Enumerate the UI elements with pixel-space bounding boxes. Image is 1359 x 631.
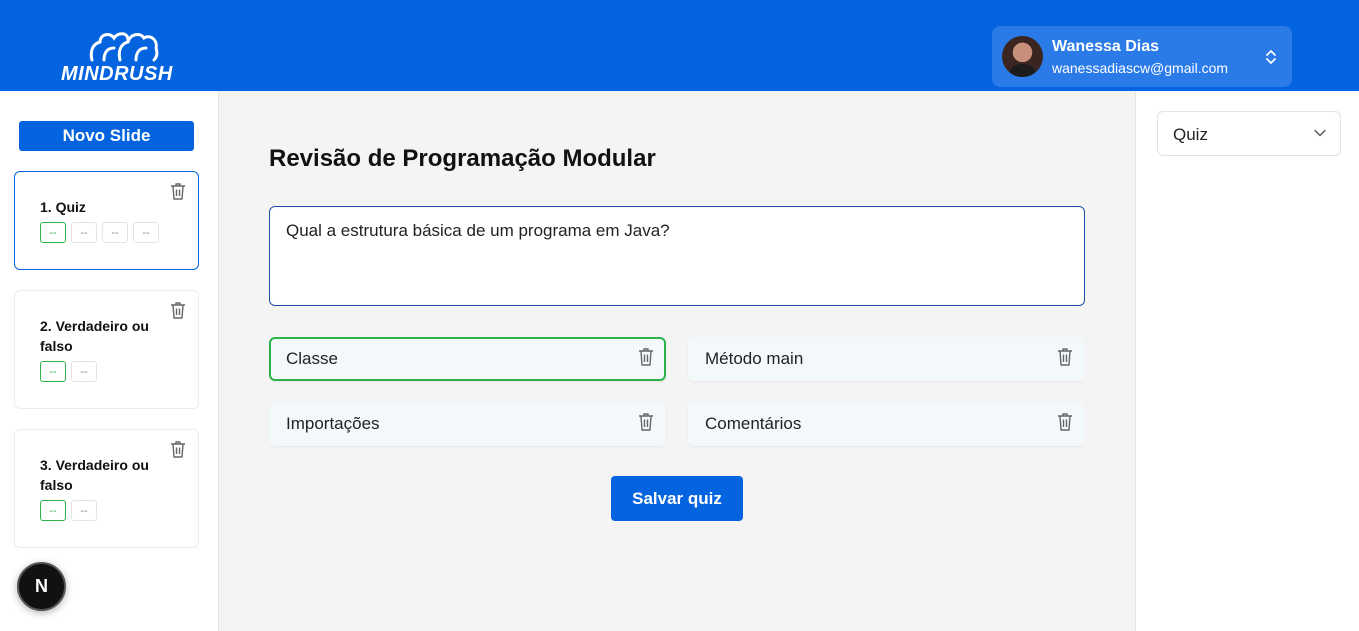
answer-text: Importações — [286, 414, 380, 433]
new-slide-button[interactable]: Novo Slide — [19, 121, 194, 151]
user-email: wanessadiascw@gmail.com — [1052, 60, 1229, 76]
answer-option-4[interactable]: Comentários — [688, 402, 1085, 446]
option-preview: -- — [40, 361, 66, 382]
mindrush-logo[interactable]: MINDRUSH — [60, 30, 190, 85]
slide-title: 2. Verdadeiro ou falso — [40, 318, 149, 354]
brain-icon — [89, 32, 159, 62]
slide-options-preview: -- -- -- -- — [40, 222, 159, 243]
question-input[interactable] — [269, 206, 1085, 306]
slide-card-3[interactable]: 3. Verdadeiro ou falso -- -- — [14, 429, 199, 548]
slide-card-2[interactable]: 2. Verdadeiro ou falso -- -- — [14, 290, 199, 409]
answer-option-3[interactable]: Importações — [269, 402, 666, 446]
chevron-up-down-icon — [1266, 50, 1276, 64]
answer-text: Classe — [286, 349, 338, 368]
save-quiz-button[interactable]: Salvar quiz — [611, 476, 743, 521]
option-preview: -- — [133, 222, 159, 243]
slide-type-select[interactable]: Quiz — [1157, 111, 1341, 156]
trash-icon[interactable] — [170, 182, 186, 200]
option-preview: -- — [40, 222, 66, 243]
slide-type-value: Quiz — [1173, 125, 1208, 144]
trash-icon[interactable] — [638, 412, 654, 431]
answer-option-2[interactable]: Método main — [688, 337, 1085, 381]
option-preview: -- — [71, 222, 97, 243]
option-preview: -- — [40, 500, 66, 521]
slide-title: 1. Quiz — [40, 199, 86, 215]
option-preview: -- — [71, 361, 97, 382]
option-preview: -- — [71, 500, 97, 521]
user-menu[interactable]: Wanessa Dias wanessadiascw@gmail.com — [992, 26, 1292, 87]
trash-icon[interactable] — [170, 440, 186, 458]
slide-card-1[interactable]: 1. Quiz -- -- -- -- — [14, 171, 199, 270]
option-preview: -- — [102, 222, 128, 243]
trash-icon[interactable] — [1057, 412, 1073, 431]
quiz-title: Revisão de Programação Modular — [269, 145, 656, 172]
slides-sidebar: Novo Slide 1. Quiz -- -- -- -- 2. Verdad… — [0, 91, 219, 631]
chevron-down-icon — [1314, 129, 1326, 137]
slide-title: 3. Verdadeiro ou falso — [40, 457, 149, 493]
avatar — [1002, 36, 1043, 77]
answer-text: Método main — [705, 349, 804, 368]
answer-option-1[interactable]: Classe — [269, 337, 666, 381]
trash-icon[interactable] — [1057, 347, 1073, 366]
trash-icon[interactable] — [638, 347, 654, 366]
answer-text: Comentários — [705, 414, 802, 433]
slide-settings-panel: Quiz — [1135, 91, 1359, 631]
logo-text: MINDRUSH — [61, 63, 173, 85]
user-name: Wanessa Dias — [1052, 38, 1160, 55]
trash-icon[interactable] — [170, 301, 186, 319]
slide-options-preview: -- -- — [40, 500, 97, 521]
top-header: MINDRUSH Wanessa Dias wanessadiascw@gmai… — [0, 0, 1359, 91]
nextjs-dev-badge[interactable]: N — [17, 562, 66, 611]
slide-options-preview: -- -- — [40, 361, 97, 382]
